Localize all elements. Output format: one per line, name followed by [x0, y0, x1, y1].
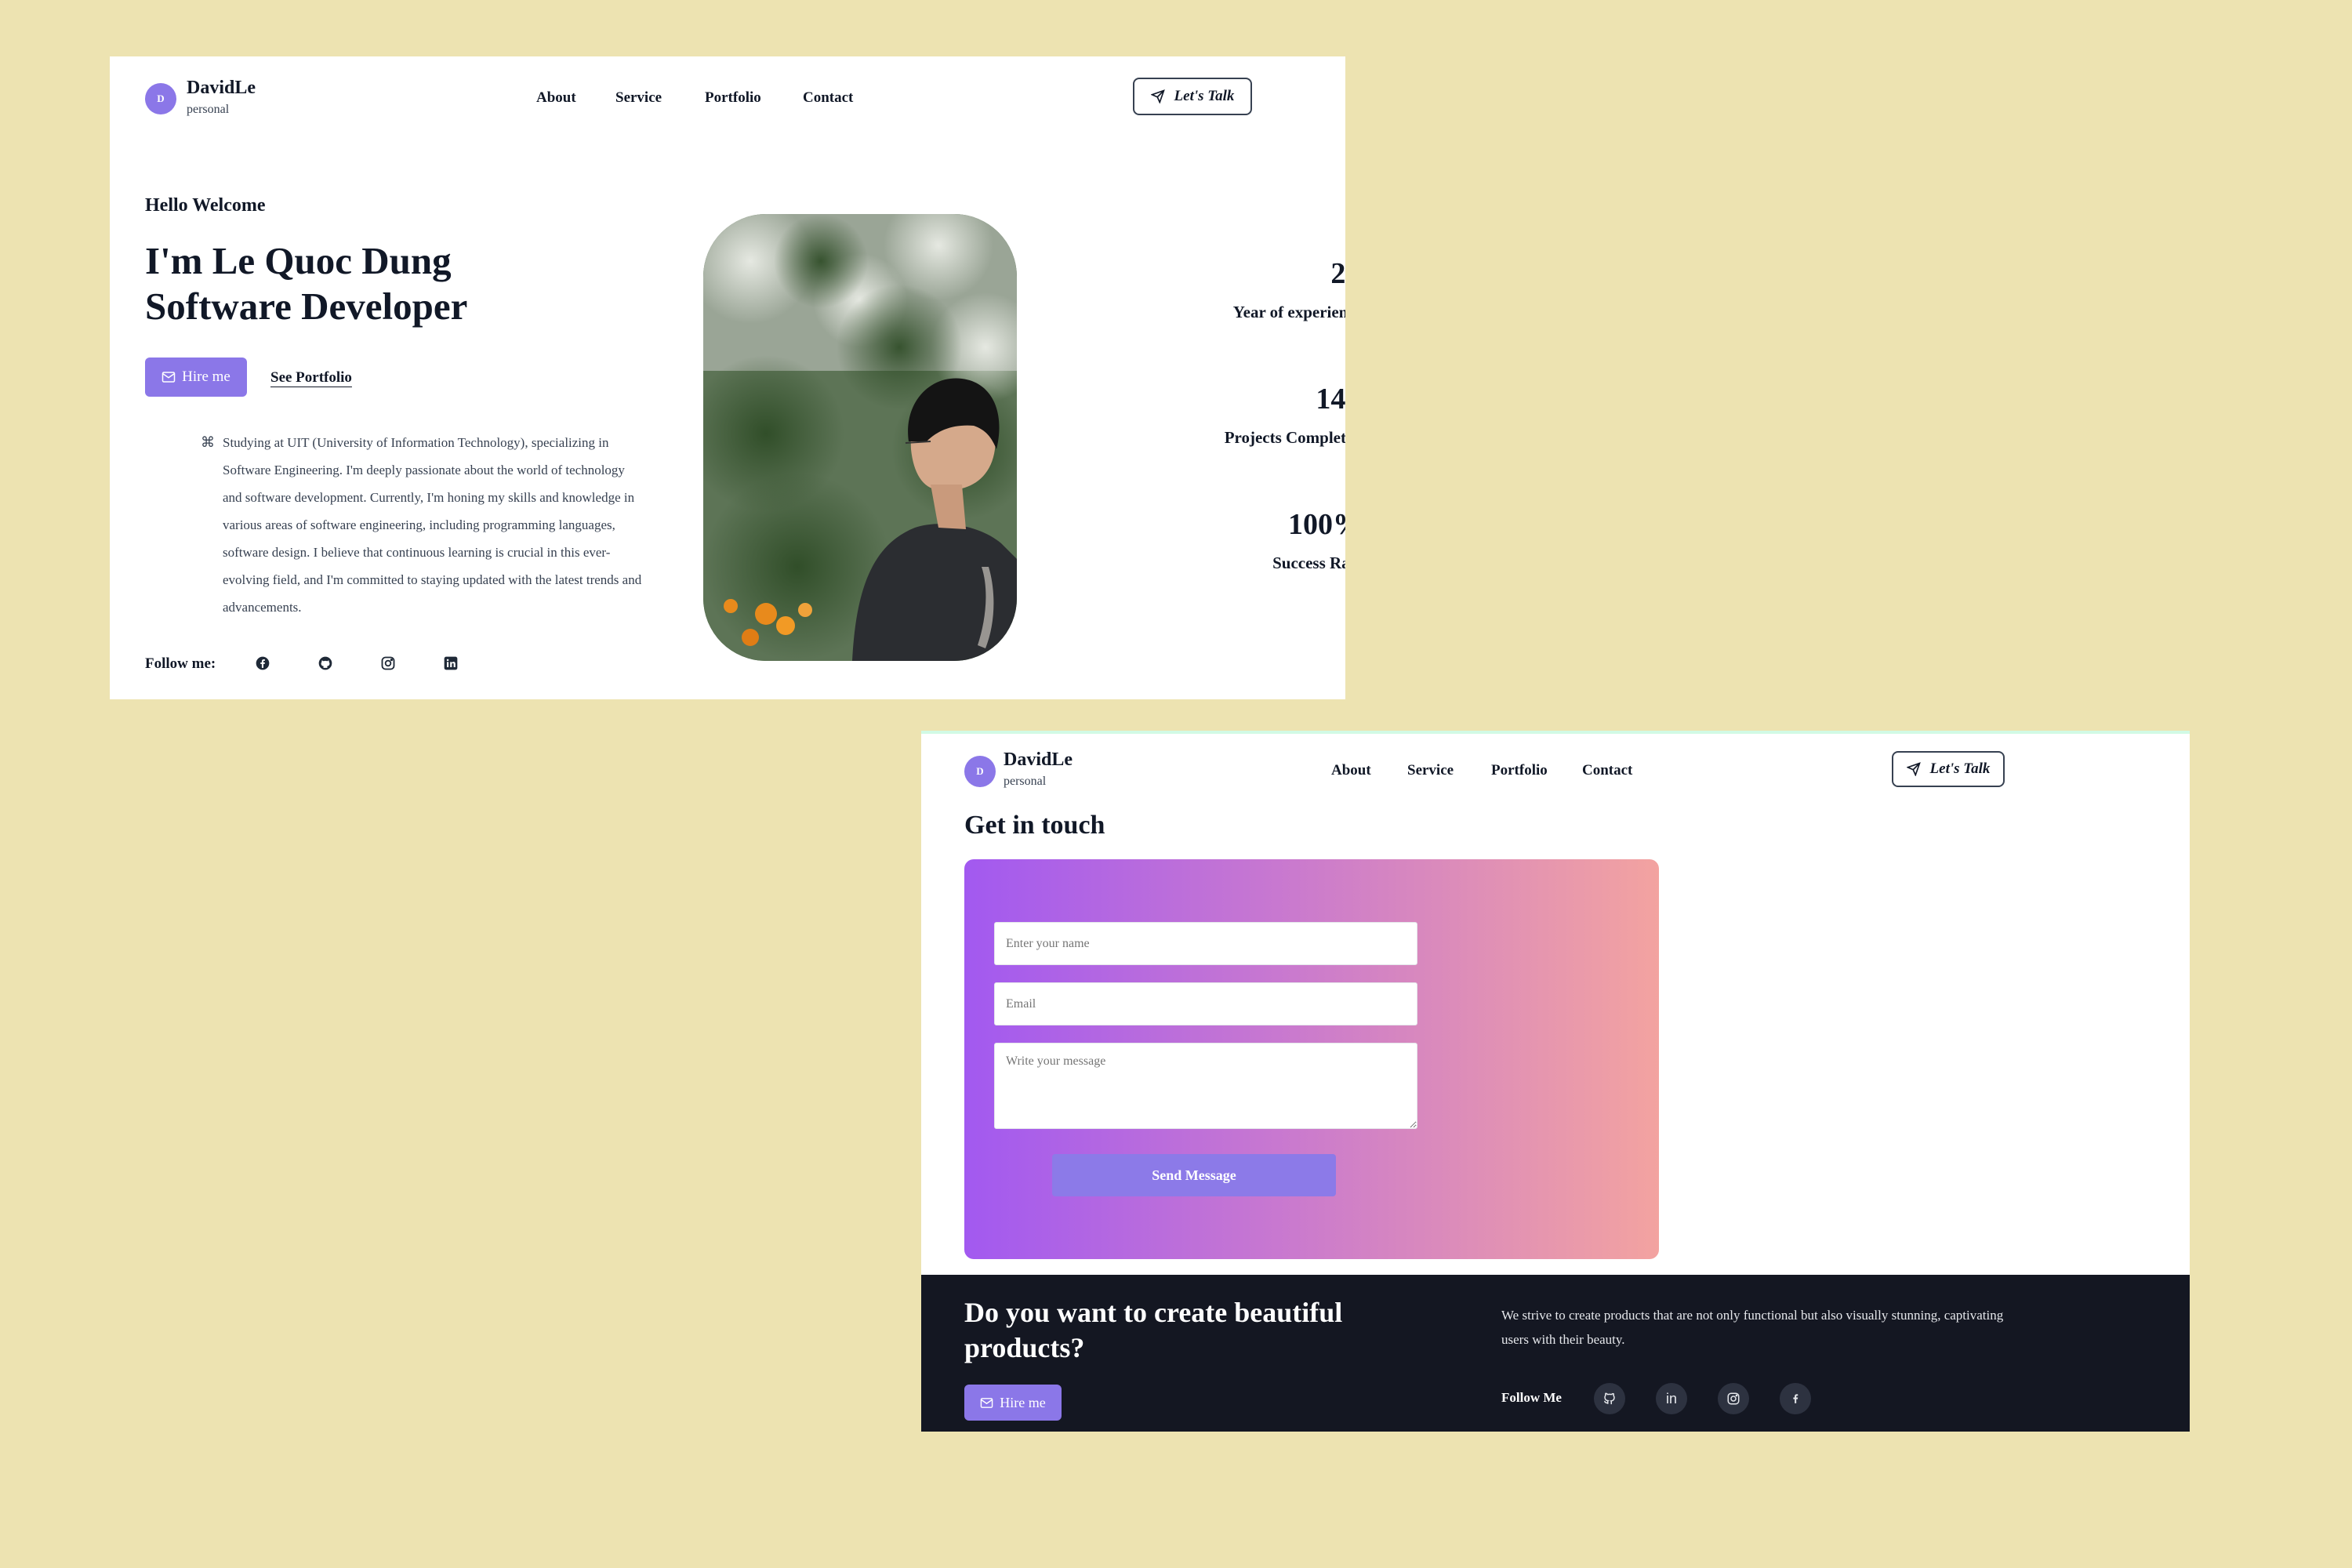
- greeting: Hello Welcome: [145, 195, 266, 216]
- profile-photo: [703, 214, 1017, 661]
- footer-description: We strive to create products that are no…: [1501, 1308, 2004, 1347]
- hero-page: D DavidLe personal About Service Portfol…: [110, 56, 1345, 699]
- brand-subtitle: personal: [187, 103, 230, 116]
- nav-portfolio[interactable]: Portfolio: [1491, 763, 1548, 778]
- hire-me-label: Hire me: [182, 368, 230, 385]
- nav-service[interactable]: Service: [1407, 763, 1454, 778]
- contact-page: D DavidLe personal About Service Portfol…: [921, 731, 2190, 1432]
- follow-label: Follow me:: [145, 655, 216, 672]
- facebook-icon[interactable]: [255, 655, 270, 671]
- nav-contact[interactable]: Contact: [1582, 763, 1632, 778]
- linkedin-icon[interactable]: in: [1656, 1383, 1687, 1414]
- nav-service[interactable]: Service: [615, 90, 662, 105]
- instagram-icon[interactable]: [1718, 1383, 1749, 1414]
- message-textarea[interactable]: [994, 1043, 1417, 1129]
- contact-title: Get in touch: [964, 811, 1105, 840]
- brand-subtitle: personal: [1004, 775, 1047, 788]
- footer-hire-me-button[interactable]: Hire me: [964, 1385, 1062, 1421]
- nav-portfolio[interactable]: Portfolio: [705, 90, 761, 105]
- nav-contact[interactable]: Contact: [803, 90, 853, 105]
- stats-column: 2+ Year of experience 14+ Projects Compl…: [1035, 56, 1345, 699]
- name-input[interactable]: [994, 922, 1417, 965]
- footer-headline: Do you want to create beautiful products…: [964, 1297, 1343, 1363]
- stat-value-projects: 14+: [1316, 383, 1345, 416]
- stat-value-success: 100%: [1288, 508, 1345, 541]
- brand-name[interactable]: DavidLe: [1004, 750, 1073, 769]
- hero-title-line1: I'm Le Quoc Dung: [145, 239, 452, 282]
- facebook-icon[interactable]: [1780, 1383, 1811, 1414]
- footer: Do you want to create beautiful products…: [921, 1275, 2190, 1432]
- linkedin-glyph: in: [1665, 1390, 1677, 1406]
- logo-badge[interactable]: D: [964, 756, 996, 787]
- stat-value-experience: 2+: [1330, 257, 1345, 290]
- stat-label-success: Success Rate: [1272, 554, 1345, 572]
- linkedin-icon[interactable]: [443, 655, 459, 671]
- see-portfolio-link[interactable]: See Portfolio: [270, 370, 352, 385]
- send-icon: [1906, 762, 1921, 776]
- send-message-button[interactable]: Send Message: [1052, 1154, 1336, 1196]
- logo-badge[interactable]: D: [145, 83, 176, 114]
- nav-about[interactable]: About: [1331, 763, 1371, 778]
- github-icon[interactable]: [1594, 1383, 1625, 1414]
- contact-form: Send Message: [964, 859, 1659, 1259]
- brand-name[interactable]: DavidLe: [187, 78, 256, 97]
- mail-icon: [162, 372, 176, 383]
- stat-label-experience: Year of experience: [1232, 303, 1345, 321]
- instagram-icon[interactable]: [380, 655, 396, 671]
- footer-hire-me-label: Hire me: [1000, 1394, 1046, 1410]
- bio-icon: ⌘: [201, 434, 215, 450]
- github-icon[interactable]: [318, 655, 333, 671]
- mail-icon: [980, 1397, 993, 1408]
- hero-title: I'm Le Quoc Dung Software Developer: [145, 238, 467, 329]
- lets-talk-button[interactable]: Let's Talk: [1892, 751, 2005, 787]
- hire-me-button[interactable]: Hire me: [145, 358, 247, 397]
- nav-about[interactable]: About: [536, 90, 576, 105]
- email-input[interactable]: [994, 982, 1417, 1025]
- bio-text: Studying at UIT (University of Informati…: [223, 435, 642, 615]
- lets-talk-label: Let's Talk: [1929, 760, 1991, 777]
- stat-label-projects: Projects Completed: [1224, 428, 1345, 447]
- footer-follow-label: Follow Me: [1501, 1390, 1562, 1405]
- hero-title-line2: Software Developer: [145, 285, 468, 328]
